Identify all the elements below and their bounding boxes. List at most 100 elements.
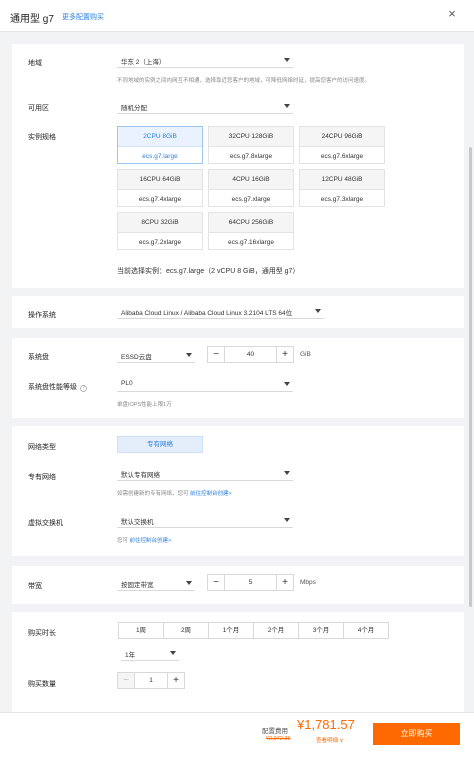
zone-label: 可用区 xyxy=(28,105,49,112)
bandwidth-card: 带宽 按固定带宽 − 5 + Mbps xyxy=(12,566,464,604)
disk-label: 系统盘 xyxy=(28,354,49,361)
spec-type: ecs.g7.3xlarge xyxy=(300,189,384,208)
vpc-label: 专有网络 xyxy=(28,474,56,481)
price-value: ¥1,781.57 xyxy=(297,717,355,732)
plus-icon[interactable]: + xyxy=(276,575,293,590)
spec-card[interactable]: 12CPU 48GiB ecs.g7.3xlarge xyxy=(299,169,385,207)
duration-option[interactable]: 1个月 xyxy=(208,622,254,639)
vpc-console-link[interactable]: 前往控制台创建> xyxy=(190,491,232,497)
network-type-label: 网络类型 xyxy=(28,444,56,451)
perf-value: PL0 xyxy=(121,380,133,387)
os-card: 操作系统 Alibaba Cloud Linux / Alibaba Cloud… xyxy=(12,296,464,328)
spec-type: ecs.g7.16xlarge xyxy=(209,232,293,251)
original-price: ¥2,972.35 xyxy=(266,736,291,742)
vswitch-console-link[interactable]: 前往控制台创建> xyxy=(130,538,172,544)
disk-size-stepper[interactable]: − 40 + xyxy=(207,346,294,363)
minus-icon[interactable]: − xyxy=(118,673,135,688)
disk-type-select[interactable]: ESSD云盘 xyxy=(117,347,195,363)
spec-card[interactable]: 64CPU 256GiB ecs.g7.16xlarge xyxy=(208,212,294,250)
vswitch-hint-text: 您可 xyxy=(117,538,129,544)
scrollbar-thumb[interactable] xyxy=(469,147,472,607)
vswitch-select[interactable]: 默认交换机 xyxy=(117,512,293,528)
spec-card[interactable]: 32CPU 128GiB ecs.g7.8xlarge xyxy=(208,126,294,164)
perf-hint: 单盘IOPS性能上限1万 xyxy=(117,402,172,408)
spec-card[interactable]: 4CPU 16GiB ecs.g7.xlarge xyxy=(208,169,294,207)
network-card: 网络类型 专有网络 专有网络 默认专有网络 如需创建新的专有网络，您可 前往控制… xyxy=(12,426,464,556)
chevron-down-icon xyxy=(284,518,290,522)
duration-option[interactable]: 2个月 xyxy=(253,622,299,639)
spec-type: ecs.g7.4xlarge xyxy=(118,189,202,208)
vswitch-label: 虚拟交换机 xyxy=(28,520,63,527)
spec-cpu: 64CPU 256GiB xyxy=(209,213,293,232)
current-instance-text: 当前选择实例：ecs.g7.large（2 vCPU 8 GiB，通用型 g7） xyxy=(117,268,300,275)
quantity-label: 购买数量 xyxy=(28,681,56,688)
minus-icon[interactable]: − xyxy=(208,347,225,362)
spec-card[interactable]: 16CPU 64GiB ecs.g7.4xlarge xyxy=(117,169,203,207)
quantity-stepper[interactable]: − 1 + xyxy=(117,672,185,689)
spec-cpu: 2CPU 8GiB xyxy=(118,127,202,146)
disk-unit: GiB xyxy=(300,351,311,358)
spec-cpu: 4CPU 16GiB xyxy=(209,170,293,189)
chevron-down-icon xyxy=(284,104,290,108)
spec-cpu: 8CPU 32GiB xyxy=(118,213,202,232)
bandwidth-value[interactable]: 5 xyxy=(225,575,276,590)
bandwidth-label: 带宽 xyxy=(28,583,42,590)
bandwidth-stepper[interactable]: − 5 + xyxy=(207,574,294,591)
dialog-title: 通用型 g7 xyxy=(10,14,54,25)
os-value: Alibaba Cloud Linux / Alibaba Cloud Linu… xyxy=(121,310,293,317)
network-type-vpc[interactable]: 专有网络 xyxy=(117,436,203,453)
spec-type: ecs.g7.large xyxy=(118,146,202,165)
perf-label: 系统盘性能等级? xyxy=(28,382,87,392)
year-value: 1年 xyxy=(125,652,136,659)
plus-icon[interactable]: + xyxy=(167,673,184,688)
vpc-select[interactable]: 默认专有网络 xyxy=(117,465,293,481)
chevron-down-icon xyxy=(315,309,321,313)
dialog-header: 通用型 g7 更多配置购买 × xyxy=(0,0,474,32)
chevron-down-icon xyxy=(284,382,290,386)
vpc-hint: 如需创建新的专有网络，您可 前往控制台创建> xyxy=(117,489,232,497)
spec-cpu: 16CPU 64GiB xyxy=(118,170,202,189)
vswitch-value: 默认交换机 xyxy=(121,519,154,526)
duration-option[interactable]: 3个月 xyxy=(298,622,344,639)
spec-type: ecs.g7.6xlarge xyxy=(300,146,384,165)
perf-select[interactable]: PL0 xyxy=(117,376,293,392)
vswitch-hint: 您可 前往控制台创建> xyxy=(117,536,171,544)
fee-label: 配置费用 xyxy=(262,728,288,735)
bandwidth-mode-select[interactable]: 按固定带宽 xyxy=(117,575,195,591)
plus-icon[interactable]: + xyxy=(276,347,293,362)
duration-label: 购买时长 xyxy=(28,630,56,637)
chevron-down-icon xyxy=(186,353,192,357)
disk-type-value: ESSD云盘 xyxy=(121,354,152,361)
chevron-down-icon xyxy=(186,581,192,585)
spec-type: ecs.g7.xlarge xyxy=(209,189,293,208)
duration-option[interactable]: 4个月 xyxy=(343,622,389,639)
disk-card: 系统盘 ESSD云盘 − 40 + GiB 系统盘性能等级? PL0 单盘IOP… xyxy=(12,338,464,418)
vpc-hint-text: 如需创建新的专有网络，您可 xyxy=(117,491,189,497)
quantity-value[interactable]: 1 xyxy=(135,673,167,688)
more-config-link[interactable]: 更多配置购买 xyxy=(62,12,104,22)
year-select[interactable]: 1年 xyxy=(121,645,179,661)
basic-config-card: 地域 华东 2（上海） 不同地域的实例之间内网互不相通，选择靠近您客户的地域，可… xyxy=(12,44,464,288)
zone-select[interactable]: 随机分配 xyxy=(117,98,293,114)
spec-cpu: 32CPU 128GiB xyxy=(209,127,293,146)
help-icon[interactable]: ? xyxy=(80,385,87,392)
disk-size-value[interactable]: 40 xyxy=(225,347,276,362)
os-select[interactable]: Alibaba Cloud Linux / Alibaba Cloud Linu… xyxy=(117,303,324,319)
spec-card[interactable]: 24CPU 96GiB ecs.g7.6xlarge xyxy=(299,126,385,164)
purchase-card: 购买时长 1周 2周 1个月 2个月 3个月 4个月 1年 购买数量 − 1 + xyxy=(12,612,464,712)
bandwidth-unit: Mbps xyxy=(300,579,316,586)
vpc-value: 默认专有网络 xyxy=(121,472,160,479)
spec-card[interactable]: 8CPU 32GiB ecs.g7.2xlarge xyxy=(117,212,203,250)
close-icon[interactable]: × xyxy=(445,7,459,21)
duration-option[interactable]: 1周 xyxy=(118,622,164,639)
price-footer: 配置费用 ¥1,781.57 ¥2,972.35 查看明细 ∨ 立即购买 xyxy=(0,712,474,759)
chevron-down-icon xyxy=(170,651,176,655)
region-select[interactable]: 华东 2（上海） xyxy=(117,52,293,68)
spec-type: ecs.g7.8xlarge xyxy=(209,146,293,165)
duration-option[interactable]: 2周 xyxy=(163,622,209,639)
chevron-down-icon xyxy=(284,58,290,62)
buy-now-button[interactable]: 立即购买 xyxy=(373,723,460,745)
spec-card[interactable]: 2CPU 8GiB ecs.g7.large xyxy=(117,126,203,164)
view-detail-link[interactable]: 查看明细 ∨ xyxy=(316,736,344,744)
minus-icon[interactable]: − xyxy=(208,575,225,590)
